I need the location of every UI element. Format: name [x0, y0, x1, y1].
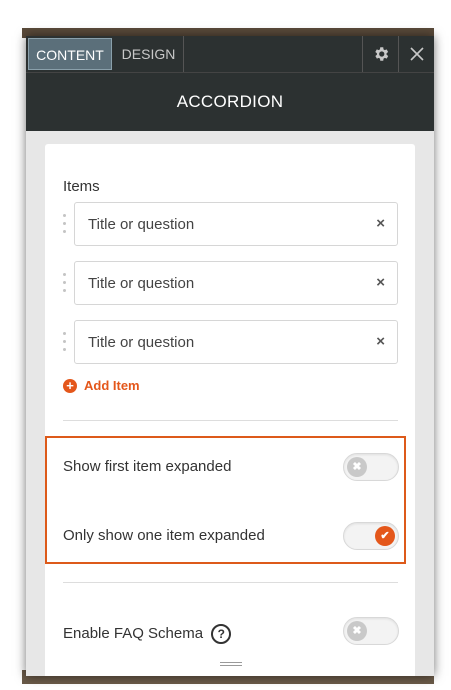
tab-design[interactable]: DESIGN [114, 36, 184, 72]
panel-toolbar: CONTENT DESIGN [26, 36, 434, 73]
plus-icon: + [63, 378, 77, 393]
gear-icon [374, 47, 388, 61]
only-one-label: Only show one item expanded [63, 527, 265, 544]
settings-button[interactable] [362, 36, 398, 72]
accordion-item-field[interactable]: Title or question × [74, 261, 398, 305]
accordion-settings-panel: CONTENT DESIGN ACCORDION Items Title or … [26, 36, 434, 676]
close-icon [409, 47, 424, 61]
items-label: Items [63, 178, 100, 195]
divider [63, 420, 398, 421]
item-placeholder[interactable]: Title or question [88, 334, 194, 351]
show-first-toggle[interactable]: ✖ [343, 453, 399, 481]
toggle-off-icon: ✖ [347, 621, 367, 641]
item-placeholder[interactable]: Title or question [88, 275, 194, 292]
add-item-label: Add Item [84, 378, 140, 393]
faq-schema-label: Enable FAQ Schema ? [63, 624, 232, 644]
close-button[interactable] [398, 36, 434, 72]
drag-handle-icon[interactable] [62, 273, 68, 299]
show-first-label: Show first item expanded [63, 458, 232, 475]
accordion-item-field[interactable]: Title or question × [74, 320, 398, 364]
faq-schema-toggle[interactable]: ✖ [343, 617, 399, 645]
item-placeholder[interactable]: Title or question [88, 216, 194, 233]
only-one-toggle[interactable]: ✔ [343, 522, 399, 550]
checkmark-icon: ✔ [375, 526, 395, 546]
help-icon[interactable]: ? [211, 624, 232, 644]
settings-card: Items Title or question × Title or quest… [45, 144, 415, 676]
resize-handle-icon[interactable] [220, 662, 242, 667]
panel-title: ACCORDION [26, 73, 434, 131]
remove-item-icon[interactable]: × [376, 274, 385, 291]
faq-schema-text: Enable FAQ Schema [63, 624, 204, 642]
drag-handle-icon[interactable] [62, 214, 68, 240]
add-item-button[interactable]: + Add Item [63, 378, 140, 393]
remove-item-icon[interactable]: × [376, 333, 385, 350]
divider [63, 582, 398, 583]
drag-handle-icon[interactable] [62, 332, 68, 358]
tab-content[interactable]: CONTENT [28, 38, 112, 70]
remove-item-icon[interactable]: × [376, 215, 385, 232]
accordion-item-field[interactable]: Title or question × [74, 202, 398, 246]
toggle-off-icon: ✖ [347, 457, 367, 477]
